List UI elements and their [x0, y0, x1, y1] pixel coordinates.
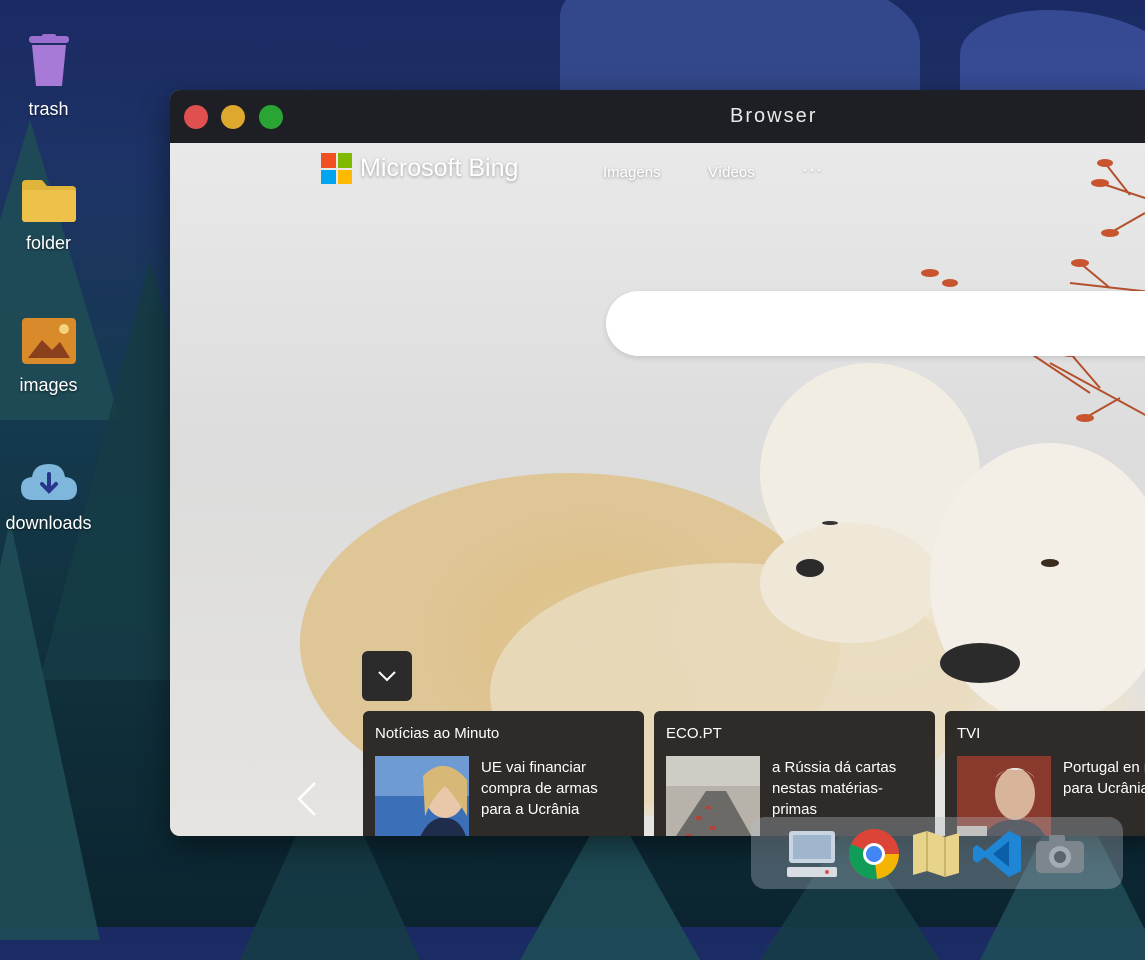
desktop-icon-label: downloads [5, 513, 92, 533]
trash-icon [28, 34, 69, 86]
chevron-left-icon [297, 782, 316, 816]
vscode-icon[interactable] [971, 827, 1025, 881]
bing-logo[interactable]: Microsoft Bing [321, 153, 518, 184]
desktop-icon-folder[interactable]: folder [0, 178, 97, 254]
folder-icon [21, 180, 76, 222]
news-headline: UE vai financiar compra de armas para a … [481, 759, 598, 818]
desktop-icon-label: folder [25, 233, 72, 253]
chevron-down-icon [378, 671, 396, 682]
news-source: Notícias ao Minuto [375, 725, 500, 742]
chrome-icon[interactable] [847, 827, 901, 881]
news-thumbnail [666, 756, 760, 836]
dock [751, 817, 1123, 889]
desktop-icon-downloads[interactable]: downloads [0, 460, 97, 534]
microsoft-logo-icon [321, 153, 352, 184]
news-card[interactable]: Notícias ao Minuto UE vai financiar comp… [363, 711, 644, 836]
download-cloud-icon [20, 464, 77, 500]
window-title: Browser [730, 105, 818, 127]
news-headline: Portugal en militar para Ucrânia [1063, 759, 1145, 797]
browser-window: Browser Microsoft Bing Imagens Vídeos ··… [170, 90, 1145, 836]
desktop-icon-trash[interactable]: trash [0, 34, 97, 120]
desktop-icon-label: images [19, 375, 78, 395]
desktop-icon-label: trash [28, 99, 69, 119]
images-icon [21, 318, 76, 364]
computer-icon[interactable] [785, 827, 839, 881]
bing-homepage: Microsoft Bing Imagens Vídeos ··· Notíci… [170, 143, 1145, 836]
news-source: TVI [957, 725, 981, 742]
news-headline: a Rússia dá cartas nestas matérias-prima… [772, 759, 897, 818]
news-thumbnail [375, 756, 469, 836]
news-source: ECO.PT [666, 725, 722, 742]
previous-arrow[interactable] [296, 781, 318, 827]
titlebar[interactable]: Browser [170, 90, 1145, 143]
expand-button[interactable] [362, 651, 412, 701]
desktop-icon-images[interactable]: images [0, 318, 97, 396]
nav-more[interactable]: ··· [802, 159, 823, 180]
bing-logo-text: Microsoft Bing [360, 154, 519, 182]
search-input[interactable] [606, 291, 1145, 356]
nav-imagens[interactable]: Imagens [603, 164, 661, 181]
maps-icon[interactable] [909, 827, 963, 881]
nav-videos[interactable]: Vídeos [708, 164, 755, 181]
camera-icon[interactable] [1033, 827, 1087, 881]
